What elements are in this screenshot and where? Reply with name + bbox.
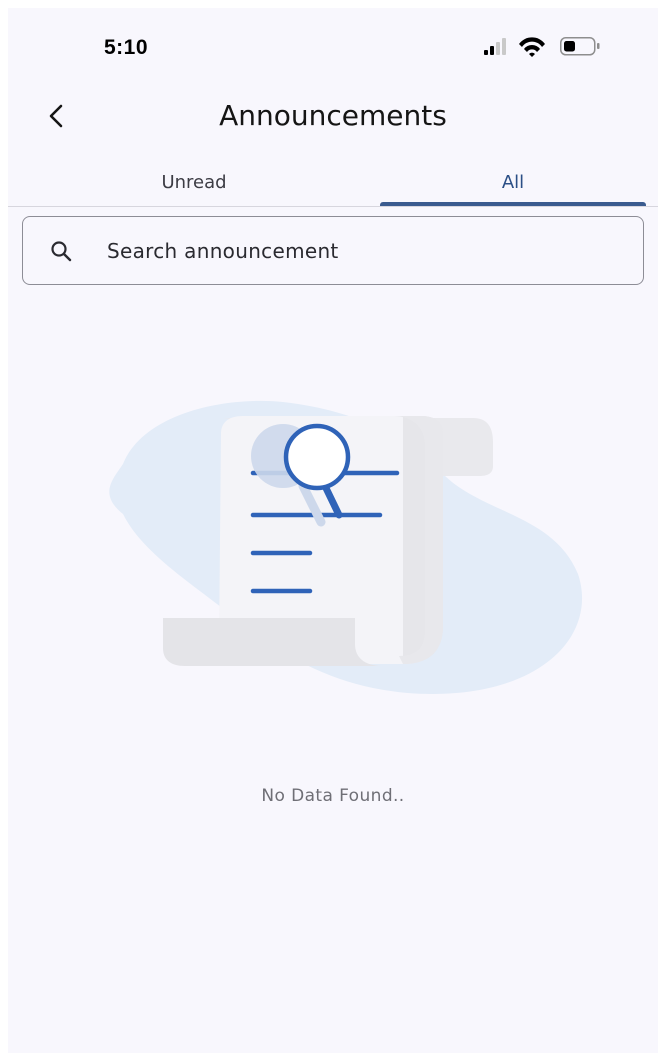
empty-state-message: No Data Found.. [261,786,405,806]
wifi-icon [519,37,545,57]
search-input[interactable] [107,229,607,273]
tab-unread[interactable]: Unread [8,158,380,206]
page-title: Announcements [219,99,447,132]
battery-icon [560,37,600,56]
announcements-screen: 5:10 Announcements Unread All Search ann… [8,8,658,1053]
search-box[interactable] [22,216,644,285]
status-time: 5:10 [104,36,149,59]
active-tab-indicator [380,202,646,206]
signal-icon [484,38,506,55]
tab-all[interactable]: All [380,158,646,206]
status-icons [484,37,600,57]
document-magnifier-icon [109,400,583,694]
search-icon [51,241,72,262]
tab-bar: Unread All [8,158,658,207]
